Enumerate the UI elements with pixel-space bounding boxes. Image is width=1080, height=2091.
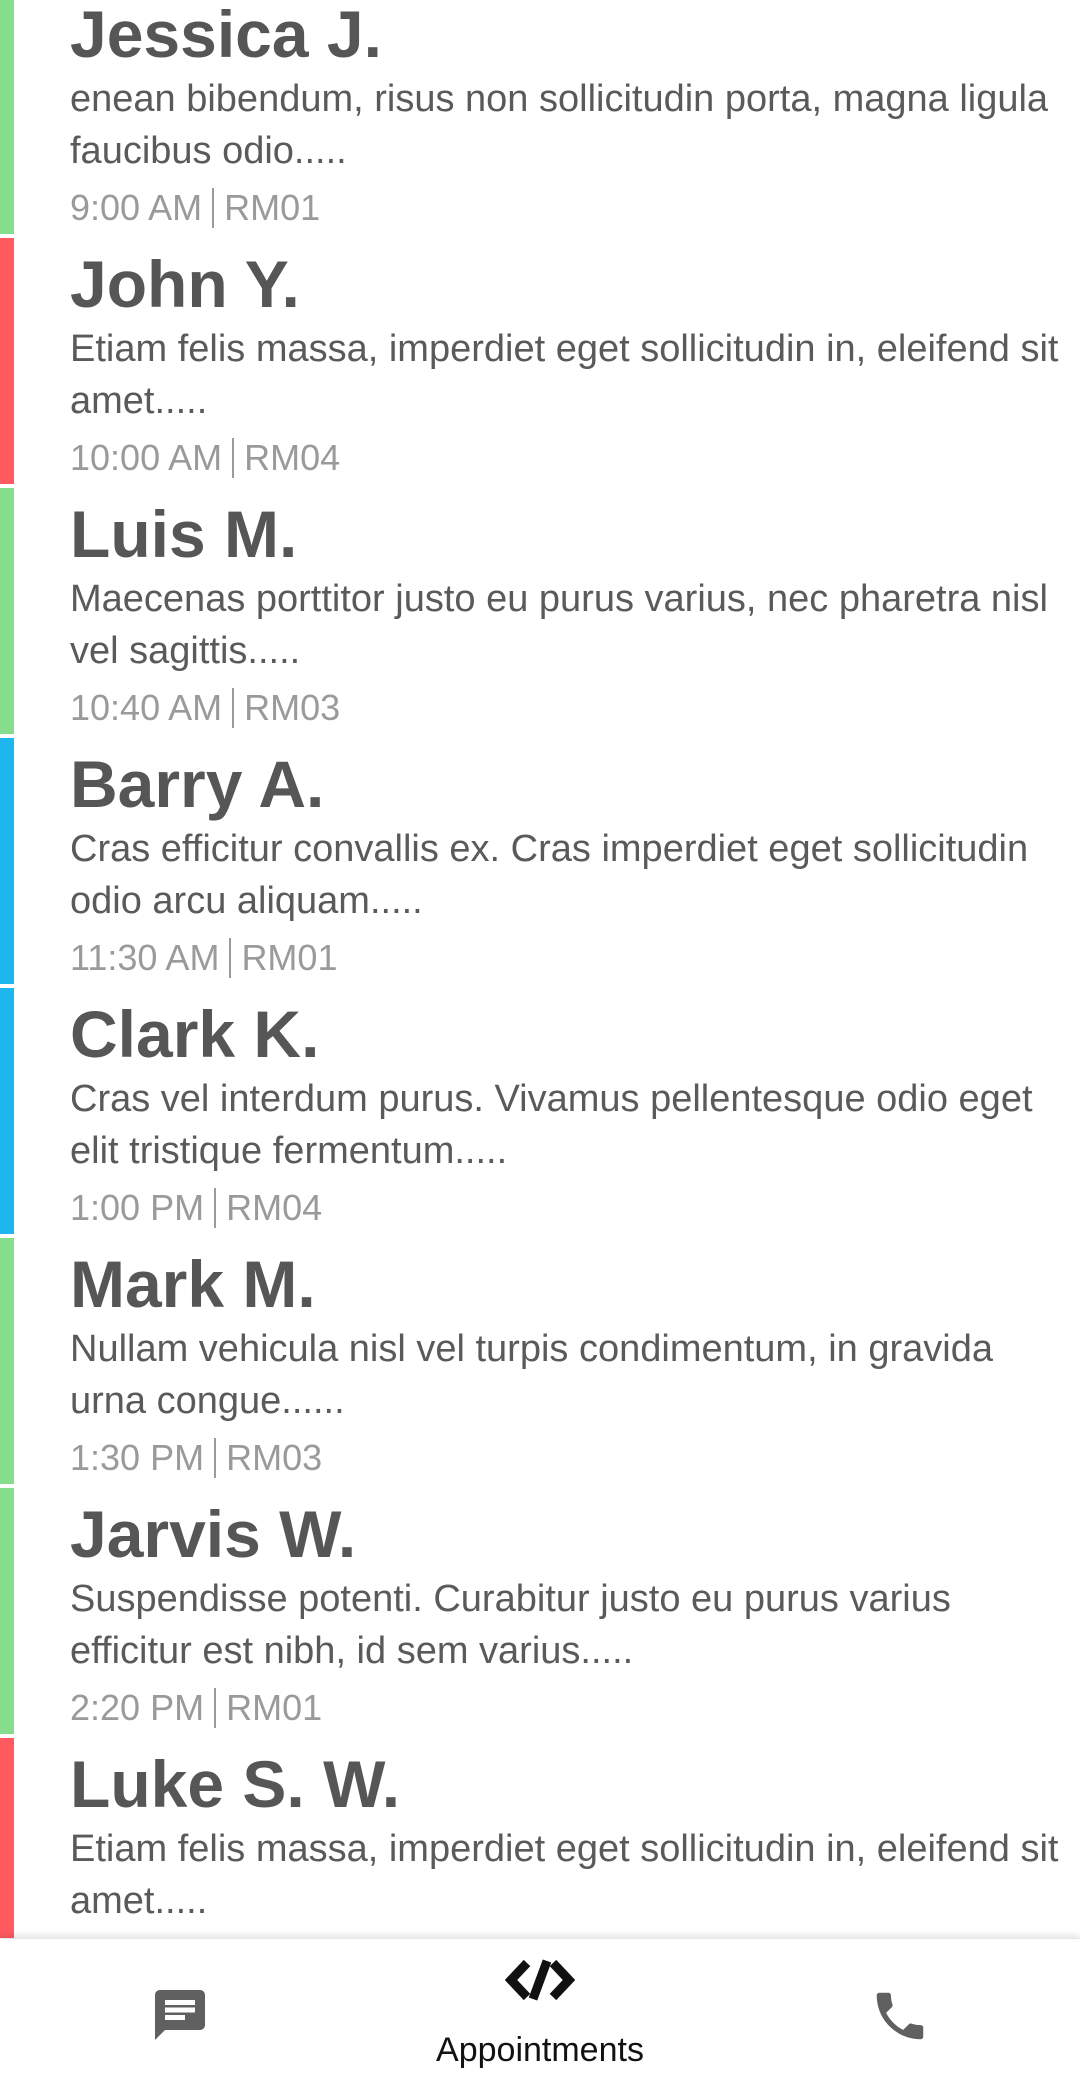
- meta-separator: [214, 1688, 217, 1728]
- appointment-room: RM01: [241, 937, 338, 978]
- nav-messages[interactable]: [0, 1939, 360, 2091]
- appointment-meta: 1:00 PM RM04: [70, 1186, 322, 1230]
- patient-name: Luke S. W.: [70, 1747, 401, 1821]
- status-color-bar: [0, 1738, 14, 1938]
- appointment-time: 10:40 AM: [70, 687, 223, 728]
- appointment-meta: 11:30 AM RM01: [70, 936, 337, 980]
- nav-appointments-label: Appointments: [436, 2031, 644, 2069]
- appointment-item[interactable]: Mark M. Nullam vehicula nisl vel turpis c…: [0, 1238, 1080, 1484]
- appointment-item[interactable]: Luke S. W. Etiam felis massa, imperdiet e…: [0, 1738, 1080, 1938]
- appointment-list[interactable]: Jessica J. enean bibendum, risus non soll…: [0, 0, 1080, 1938]
- appointment-room: RM04: [244, 437, 341, 478]
- appointment-item[interactable]: John Y. Etiam felis massa, imperdiet eget…: [0, 238, 1080, 484]
- status-color-bar: [0, 0, 14, 234]
- appointment-description: Nullam vehicula nisl vel turpis condimen…: [70, 1328, 993, 1422]
- appointment-time: 1:30 PM: [70, 1437, 205, 1478]
- status-color-bar: [0, 1488, 14, 1734]
- appointment-item[interactable]: Jarvis W. Suspendisse potenti. Curabitur …: [0, 1488, 1080, 1734]
- appointment-description: Suspendisse potenti. Curabitur justo eu …: [70, 1578, 951, 1672]
- chat-bubble-icon: [155, 1990, 205, 2040]
- meta-separator: [214, 1438, 217, 1478]
- appointment-room: RM04: [226, 1187, 323, 1228]
- appointment-time: 2:20 PM: [70, 1687, 205, 1728]
- patient-name: Clark K.: [70, 997, 320, 1071]
- patient-name: John Y.: [70, 247, 300, 321]
- appointment-room: RM01: [224, 187, 321, 228]
- status-color-bar: [0, 738, 14, 984]
- appointment-description: Etiam felis massa, imperdiet eget sollic…: [70, 328, 1059, 422]
- appointment-item[interactable]: Jessica J. enean bibendum, risus non soll…: [0, 0, 1080, 234]
- appointment-room: RM01: [226, 1687, 323, 1728]
- appointment-description: Maecenas porttitor justo eu purus varius…: [70, 578, 1048, 672]
- appointment-description: Etiam felis massa, imperdiet eget sollic…: [70, 1828, 1059, 1922]
- patient-name: Jarvis W.: [70, 1497, 357, 1571]
- code-slash-icon: [505, 1959, 575, 2001]
- nav-calls[interactable]: [720, 1939, 1080, 2091]
- status-color-bar: [0, 1238, 14, 1484]
- patient-name: Jessica J.: [70, 0, 382, 71]
- meta-separator: [232, 688, 235, 728]
- meta-separator: [232, 438, 235, 478]
- appointment-item[interactable]: Barry A. Cras efficitur convallis ex. Cra…: [0, 738, 1080, 984]
- appointment-room: RM03: [244, 687, 341, 728]
- status-color-bar: [0, 238, 14, 484]
- appointment-description: enean bibendum, risus non sollicitudin p…: [70, 78, 1049, 172]
- appointment-meta: 1:30 PM RM03: [70, 1436, 322, 1480]
- appointment-time: 11:30 AM: [70, 937, 220, 978]
- appointment-time: 10:00 AM: [70, 437, 223, 478]
- status-color-bar: [0, 988, 14, 1234]
- appointment-description: Cras efficitur convallis ex. Cras imperd…: [70, 828, 1029, 922]
- appointment-description: Cras vel interdum purus. Vivamus pellent…: [70, 1078, 1033, 1172]
- appointment-meta: 10:00 AM RM04: [70, 436, 340, 480]
- appointment-time: 9:00 AM: [70, 187, 203, 228]
- appointment-meta: 9:00 AM RM01: [70, 186, 320, 230]
- phone-icon: [876, 1992, 924, 2040]
- appointment-meta: 2:20 PM RM01: [70, 1686, 322, 1730]
- appointment-meta: 10:40 AM RM03: [70, 686, 340, 730]
- appointment-room: RM03: [226, 1437, 323, 1478]
- meta-separator: [229, 938, 232, 978]
- appointment-item[interactable]: Luis M. Maecenas porttitor justo eu purus…: [0, 488, 1080, 734]
- patient-name: Barry A.: [70, 747, 325, 821]
- nav-appointments[interactable]: Appointments: [360, 1939, 720, 2091]
- patient-name: Mark M.: [70, 1247, 316, 1321]
- appointment-time: 1:00 PM: [70, 1187, 205, 1228]
- meta-separator: [214, 1188, 217, 1228]
- status-color-bar: [0, 488, 14, 734]
- bottom-navigation: Appointments: [0, 1938, 1080, 2091]
- meta-separator: [212, 188, 215, 228]
- appointment-item[interactable]: Clark K. Cras vel interdum purus. Vivamus…: [0, 988, 1080, 1234]
- patient-name: Luis M.: [70, 497, 298, 571]
